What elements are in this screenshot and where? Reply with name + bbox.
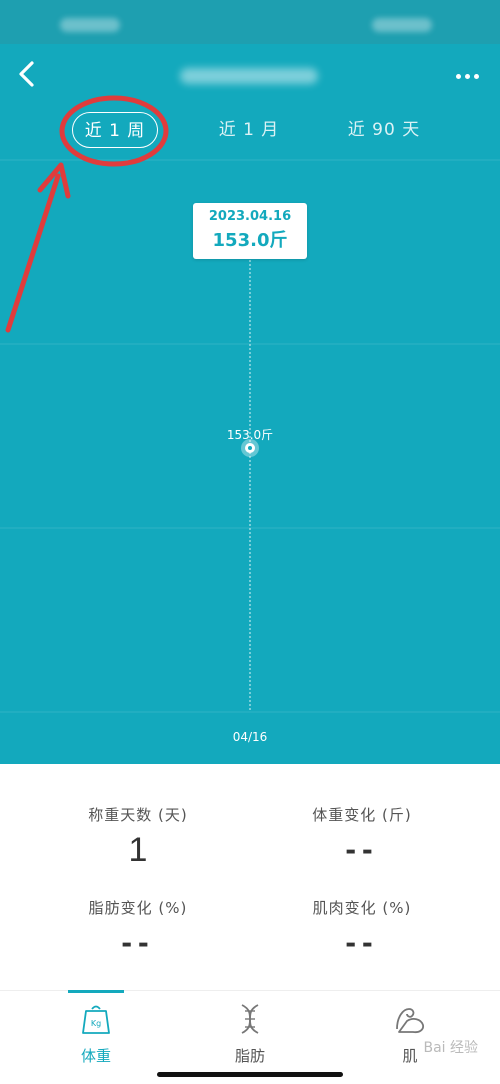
stat-weight-change: 体重变化 (斤) --: [262, 804, 462, 868]
tab-90-days[interactable]: 近 90 天: [336, 112, 432, 148]
range-tabs: 近 1 周 近 1 月 近 90 天: [0, 108, 500, 156]
tooltip-date: 2023.04.16: [208, 209, 292, 224]
more-dot: [464, 73, 470, 79]
status-icons-blurred: [372, 18, 432, 32]
more-dot: [473, 73, 479, 79]
page-title-blurred: [180, 68, 318, 84]
data-point-center: [248, 446, 252, 450]
back-button[interactable]: [8, 54, 44, 94]
stat-value: --: [345, 831, 379, 867]
kg-weight-icon: Kg: [82, 1005, 110, 1034]
tab-1-week[interactable]: 近 1 周: [72, 112, 158, 148]
more-button[interactable]: [452, 62, 482, 90]
stat-value: --: [121, 924, 155, 960]
dna-icon: [241, 1004, 259, 1034]
chart-tooltip: 2023.04.16 153.0斤: [193, 203, 307, 259]
more-dots-icon: [455, 73, 461, 79]
svg-text:Kg: Kg: [91, 1019, 101, 1028]
nav-active-indicator: [68, 990, 124, 993]
bottom-nav: Kg 体重 脂肪 肌 Bai 经验: [0, 990, 500, 1084]
stat-value: 1: [128, 831, 148, 869]
stat-weigh-days: 称重天数 (天) 1: [38, 804, 238, 870]
muscle-arm-icon: [396, 1008, 425, 1034]
home-indicator: [157, 1072, 343, 1077]
nav-label: 体重: [80, 1047, 111, 1065]
app-header: [0, 44, 500, 110]
status-bar: [0, 0, 500, 44]
x-axis-tick: 04/16: [232, 730, 268, 744]
stat-label: 体重变化 (斤): [312, 806, 412, 824]
point-value-label: 153.0斤: [226, 428, 274, 442]
tab-1-month[interactable]: 近 1 月: [206, 112, 292, 148]
back-arrow-icon: [19, 61, 34, 87]
nav-item-fat[interactable]: 脂肪: [210, 1001, 290, 1066]
watermark: Bai 经验: [423, 1040, 478, 1056]
stat-value: --: [345, 924, 379, 960]
stat-label: 肌肉变化 (%): [312, 899, 412, 917]
stats-panel: 称重天数 (天) 1 体重变化 (斤) -- 脂肪变化 (%) -- 肌肉变化 …: [0, 764, 500, 990]
stat-label: 称重天数 (天): [88, 806, 188, 824]
nav-item-weight[interactable]: Kg 体重: [56, 1001, 136, 1066]
stat-label: 脂肪变化 (%): [88, 899, 188, 917]
tooltip-weight: 153.0斤: [212, 230, 288, 251]
stat-fat-change: 脂肪变化 (%) --: [38, 897, 238, 961]
status-time-blurred: [60, 18, 120, 32]
stat-muscle-change: 肌肉变化 (%) --: [262, 897, 462, 961]
nav-label: 脂肪: [234, 1047, 265, 1065]
